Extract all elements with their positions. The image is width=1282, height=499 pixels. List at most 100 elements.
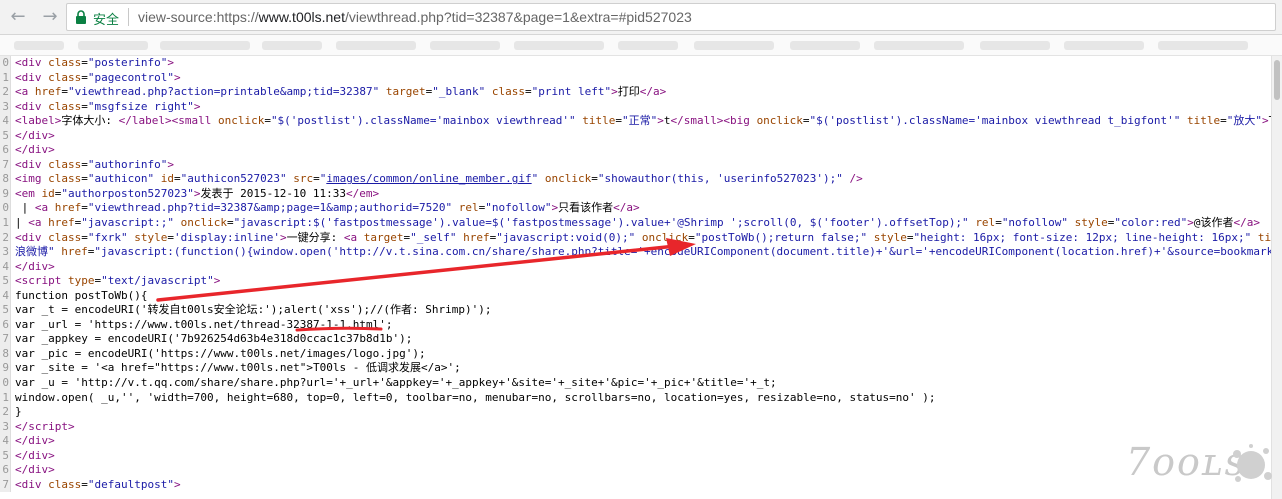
source-code-text: <div class="posterinfo">: [15, 56, 174, 69]
line-number: 4: [0, 259, 11, 275]
source-line: 2 <a href="viewthread.php?action=printabl…: [0, 85, 1271, 100]
source-code-text: </div>: [15, 128, 55, 142]
forward-arrow-icon[interactable]: →: [38, 5, 62, 29]
line-number: 4: [0, 288, 11, 304]
source-code-text: | <a href="viewthread.php?tid=32387&amp;…: [15, 201, 640, 215]
line-number: 1: [0, 70, 11, 86]
line-number: 7: [0, 332, 11, 347]
url-scheme: view-source:https://: [138, 9, 259, 25]
bookmark-item[interactable]: [874, 41, 964, 50]
source-line: 6 </div>: [0, 143, 1271, 158]
line-number: 5: [0, 128, 11, 144]
source-code-text: | <a href="javascript:;" onclick="javasc…: [15, 216, 1261, 230]
source-line: 1 <div class="pagecontrol">: [0, 70, 1271, 86]
line-number: 2: [0, 405, 11, 420]
source-line: 6 </div>: [0, 463, 1271, 478]
bookmark-item[interactable]: [694, 41, 774, 50]
lock-icon: [76, 10, 86, 24]
line-number: 4: [0, 434, 11, 449]
bookmark-item[interactable]: [618, 41, 678, 50]
source-line: 5 </div>: [0, 448, 1271, 464]
line-number: 4: [0, 114, 11, 129]
source-line: 4 </div>: [0, 434, 1271, 449]
source-code-text: </script>: [15, 419, 75, 433]
source-line: 3 </script>: [0, 419, 1271, 435]
security-label: 安全: [93, 13, 120, 28]
line-number: 0: [0, 376, 11, 391]
vertical-scrollbar[interactable]: [1271, 56, 1282, 499]
source-code-text: var _u = 'http://v.t.qq.com/share/share.…: [15, 376, 777, 390]
bookmark-item[interactable]: [980, 41, 1050, 50]
source-code-text: window.open( _u,'', 'width=700, height=6…: [15, 390, 936, 404]
line-number: 3: [0, 99, 11, 115]
line-number: 1: [0, 390, 11, 406]
source-line: 0 | <a href="viewthread.php?tid=32387&am…: [0, 201, 1271, 217]
source-code-text: </div>: [15, 448, 55, 462]
line-number: 5: [0, 303, 11, 318]
line-number: 5: [0, 274, 11, 289]
source-code-text: var _t = encodeURI('转发自t00ls安全论坛:');aler…: [15, 303, 492, 317]
source-line: 3 <div class="msgfsize right">: [0, 99, 1271, 115]
line-number: 0: [0, 201, 11, 217]
source-line: 3 浪微博" href="javascript:(function(){windo…: [0, 245, 1271, 260]
source-line: 8 <img class="authicon" id="authicon52702…: [0, 172, 1271, 187]
line-number: 6: [0, 463, 11, 478]
line-number: 0: [0, 56, 11, 71]
source-code-text: <div class="authorinfo">: [15, 157, 174, 171]
line-number: 7: [0, 477, 11, 493]
source-line: 2 <div class="fxrk" style='display:inline…: [0, 230, 1271, 246]
bookmark-item[interactable]: [514, 41, 604, 50]
url-text[interactable]: view-source:https://www.t00ls.net/viewth…: [138, 9, 692, 25]
source-line: 1 | <a href="javascript:;" onclick="javas…: [0, 216, 1271, 231]
source-line: 9 var _site = '<a href="https://www.t00ls…: [0, 361, 1271, 377]
bookmark-item[interactable]: [336, 41, 416, 50]
source-line: 4 </div>: [0, 259, 1271, 275]
source-line: 4 function postToWb(){: [0, 288, 1271, 304]
address-bar[interactable]: 安全 view-source:https://www.t00ls.net/vie…: [66, 3, 1276, 31]
bookmark-item[interactable]: [1064, 41, 1144, 50]
url-host: www.t00ls.net: [258, 9, 345, 25]
bookmark-item[interactable]: [14, 41, 64, 50]
source-line: 6 var _url = 'https://www.t00ls.net/threa…: [0, 317, 1271, 333]
source-code-text: var _url = 'https://www.t00ls.net/thread…: [15, 317, 393, 331]
bookmark-item[interactable]: [160, 41, 250, 50]
source-line: 2}: [0, 405, 1271, 420]
source-line: 7 <div class="authorinfo">: [0, 157, 1271, 173]
source-code-text: }: [15, 405, 22, 419]
line-number: 5: [0, 448, 11, 464]
source-code-text: </div>: [15, 259, 55, 273]
bookmark-item[interactable]: [790, 41, 860, 50]
line-number: 2: [0, 230, 11, 246]
source-code-text: </div>: [15, 463, 55, 477]
browser-toolbar: ← → 安全 view-source:https://www.t00ls.net…: [0, 0, 1282, 35]
source-code-text: <em id="authorposton527023">发表于 2015-12-…: [15, 186, 380, 200]
source-code-text: <div class="pagecontrol">: [15, 70, 181, 84]
view-source-pane: 0 <div class="posterinfo"> 1 <div class="pa…: [0, 56, 1271, 499]
line-number: 7: [0, 157, 11, 173]
back-arrow-icon[interactable]: ←: [6, 5, 30, 29]
source-code-text: <div class="msgfsize right">: [15, 99, 201, 113]
source-code-text: <script type="text/javascript">: [15, 274, 221, 288]
line-number: 3: [0, 245, 11, 260]
line-number: 2: [0, 85, 11, 100]
omnibox-divider: [128, 8, 129, 26]
source-code-text: function postToWb(){: [15, 288, 148, 302]
bookmark-item[interactable]: [78, 41, 148, 50]
source-code-text: var _pic = encodeURI('https://www.t00ls.…: [15, 346, 426, 360]
source-code-text: <img class="authicon" id="authicon527023…: [15, 172, 863, 186]
bookmark-item[interactable]: [430, 41, 500, 50]
source-line: 4 <label>字体大小: </label><small onclick="$(…: [0, 114, 1271, 129]
line-number: 9: [0, 361, 11, 377]
url-path: /viewthread.php?tid=32387&page=1&extra=#…: [344, 9, 692, 25]
source-line: 5 <script type="text/javascript">: [0, 274, 1271, 289]
source-line: 7 var _appkey = encodeURI('7b926254d63b4e…: [0, 332, 1271, 347]
scrollbar-thumb[interactable]: [1274, 60, 1280, 100]
line-number: 6: [0, 143, 11, 158]
bookmark-item[interactable]: [1158, 41, 1248, 50]
source-code-text: </div>: [15, 434, 55, 448]
source-code-text: var _appkey = encodeURI('7b926254d63b4e3…: [15, 332, 413, 346]
ink-splat-icon: [1233, 444, 1272, 482]
source-code-text: <div class="defaultpost">: [15, 477, 181, 491]
bookmarks-bar: [0, 35, 1282, 56]
bookmark-item[interactable]: [262, 41, 322, 50]
